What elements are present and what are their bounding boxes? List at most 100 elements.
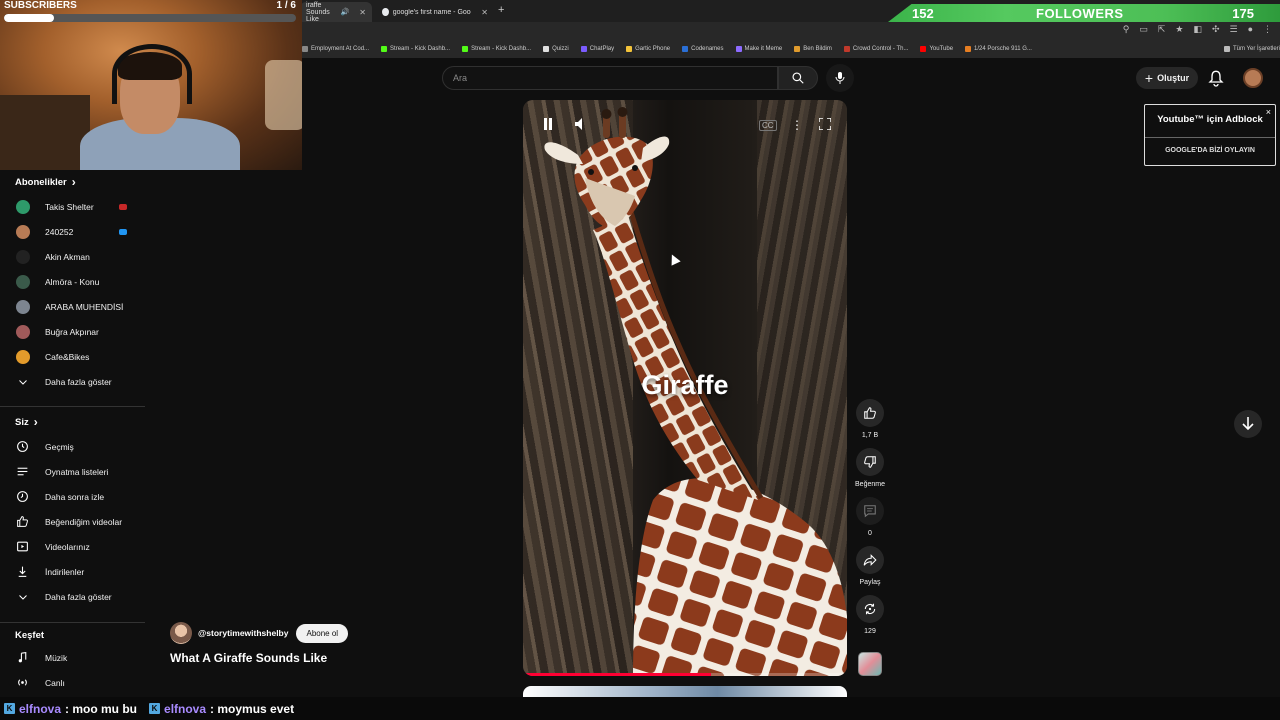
remix-button[interactable]: 129	[855, 595, 885, 635]
pause-icon[interactable]	[543, 118, 553, 130]
bookmark-item[interactable]: Employment At Cod...	[302, 46, 369, 52]
bookmark-item[interactable]: Ben Bildim	[794, 46, 832, 52]
sidebar-item-show-more[interactable]: Daha fazla göster	[0, 584, 145, 609]
channel-avatar[interactable]	[170, 622, 192, 644]
sidebar-item-like[interactable]: Beğendiğim videolar	[0, 509, 145, 534]
sidebar-section-subscriptions[interactable]: Abonelikler ›	[15, 175, 76, 189]
bookmark-star-icon[interactable]: ★	[1175, 24, 1183, 35]
new-tab-icon[interactable]: +	[498, 4, 504, 16]
browser-tab-youtube[interactable]: iraffe Sounds Like 🔊 ✕	[300, 2, 372, 23]
subscribers-goal-label: SUBSCRIBERS	[4, 0, 77, 11]
sidebar-item-subscription[interactable]: Takis Shelter	[0, 194, 145, 219]
sidebar-section-you-label: Siz	[15, 416, 29, 428]
profile-icon[interactable]: ●	[1248, 24, 1253, 35]
notifications-bell-icon[interactable]	[1208, 69, 1224, 87]
browser-tab-google[interactable]: google's first name - Google S ✕	[376, 2, 494, 22]
like-button[interactable]: 1,7 B	[855, 399, 885, 439]
sidebar-item-subscription[interactable]: Buğra Akpınar	[0, 319, 145, 344]
shorts-video-player[interactable]: Giraffe CC ⋮	[523, 100, 847, 676]
dislike-button[interactable]: Beğenme	[855, 448, 885, 488]
sidebar-item-label: ARABA MUHENDİSİ	[45, 301, 124, 312]
fullscreen-icon[interactable]	[819, 118, 831, 130]
bookmark-item[interactable]: Stream - Kick Dashb...	[462, 46, 531, 52]
chevron-down-icon	[15, 374, 30, 389]
bookmark-item[interactable]: Tüm Yer İşaretleri	[1223, 46, 1280, 52]
channel-thumbnail[interactable]	[858, 652, 882, 676]
bookmark-item[interactable]: Codenames	[682, 46, 724, 52]
sidebar-item-history[interactable]: Geçmiş	[0, 434, 145, 459]
followers-current: 152	[912, 5, 934, 21]
sidebar-item-label: Müzik	[45, 652, 68, 663]
reading-list-icon[interactable]: ☰	[1229, 24, 1237, 35]
search-input[interactable]: Ara	[442, 66, 778, 90]
bookmark-item[interactable]: 1/24 Porsche 911 G...	[965, 46, 1032, 52]
tab-close-icon[interactable]: ✕	[481, 8, 488, 17]
sidebar-item-music[interactable]: Müzik	[0, 645, 145, 670]
sidebar-item-label: Cafe&Bikes	[45, 351, 90, 362]
create-button[interactable]: + Oluştur	[1136, 67, 1198, 89]
webcam-couch	[0, 95, 90, 170]
account-avatar[interactable]	[1243, 68, 1263, 88]
comments-button[interactable]: 0	[855, 497, 885, 537]
bookmark-item[interactable]: Stream - Kick Dashb...	[381, 46, 450, 52]
browser-menu-icon[interactable]: ⋮	[1263, 24, 1272, 35]
divider	[1145, 137, 1275, 138]
extension-icon[interactable]: ◧	[1193, 24, 1202, 35]
sidebar-item-subscription[interactable]: 240252	[0, 219, 145, 244]
bookmark-label: Stream - Kick Dashb...	[390, 46, 451, 52]
sidebar-item-show-more[interactable]: Daha fazla göster	[0, 369, 145, 394]
video-title[interactable]: What A Giraffe Sounds Like	[170, 651, 327, 665]
download-icon	[15, 564, 30, 579]
captions-icon[interactable]: CC	[759, 120, 777, 131]
dislike-icon	[864, 456, 876, 468]
sidebar-section-subscriptions-label: Abonelikler	[15, 176, 67, 188]
channel-avatar	[15, 199, 30, 214]
video-progress-bar[interactable]	[523, 673, 847, 676]
adblock-vote-link[interactable]: GOOGLE'DA BİZİ OYLAYIN	[1145, 147, 1275, 154]
sidebar-item-subscription[interactable]: ARABA MUHENDİSİ	[0, 294, 145, 319]
bookmark-label: Employment At Cod...	[311, 46, 370, 52]
bookmark-label: Make it Meme	[744, 46, 783, 52]
live-indicator	[119, 228, 127, 235]
sidebar-item-watch-later[interactable]: Daha sonra izle	[0, 484, 145, 509]
subscribe-button[interactable]: Abone ol	[296, 623, 349, 643]
voice-search-button[interactable]	[826, 64, 854, 92]
sidebar-item-playlist[interactable]: Oynatma listeleri	[0, 459, 145, 484]
sidebar-section-you[interactable]: Siz ›	[15, 415, 38, 429]
subscribers-goal-count: 1 / 6	[276, 0, 296, 11]
sidebar-item-live[interactable]: Canlı	[0, 670, 145, 695]
sidebar-item-label: Takis Shelter	[45, 201, 94, 212]
share-page-icon[interactable]: ⇱	[1158, 24, 1166, 35]
zoom-icon[interactable]: ⚲	[1123, 24, 1130, 35]
bookmark-label: Tüm Yer İşaretleri	[1232, 46, 1280, 52]
tab-mute-icon[interactable]: 🔊	[341, 8, 350, 16]
channel-name[interactable]: @storytimewithshelby	[198, 628, 288, 638]
comment-count: 0	[868, 530, 872, 537]
bookmark-item[interactable]: ChatPlay	[580, 46, 614, 52]
bookmark-item[interactable]: YouTube	[920, 46, 953, 52]
sidebar-item-your-videos[interactable]: Videolarınız	[0, 534, 145, 559]
search-button[interactable]	[778, 66, 818, 90]
chat-text: : moo mu bu	[65, 701, 138, 716]
followers-goal: 175	[1232, 5, 1254, 21]
sidebar-item-subscription[interactable]: Akin Akman	[0, 244, 145, 269]
tab-close-icon[interactable]: ✕	[359, 8, 366, 17]
bookmark-item[interactable]: Quizzi	[543, 46, 569, 52]
sidebar-item-subscription[interactable]: Almöra - Konu	[0, 269, 145, 294]
share-button[interactable]: Paylaş	[855, 546, 885, 586]
bookmark-item[interactable]: Make it Meme	[735, 46, 783, 52]
bookmark-item[interactable]: Crowd Control - Th...	[843, 46, 908, 52]
chevron-right-icon: ›	[71, 175, 76, 189]
share-icon	[863, 554, 877, 566]
next-short-button[interactable]	[1234, 410, 1262, 438]
cast-icon[interactable]: ▭	[1139, 24, 1148, 35]
sidebar-item-subscription[interactable]: Cafe&Bikes	[0, 344, 145, 369]
extensions-puzzle-icon[interactable]: ✣	[1212, 24, 1220, 35]
sidebar-section-explore-label: Keşfet	[15, 630, 45, 641]
more-options-icon[interactable]: ⋮	[791, 118, 803, 132]
sidebar-item-download[interactable]: İndirilenler	[0, 559, 145, 584]
bookmark-item[interactable]: Gartic Phone	[626, 46, 670, 52]
bookmark-favicon-icon	[302, 46, 308, 52]
video-overlay-title: Giraffe	[641, 370, 729, 400]
volume-icon[interactable]	[575, 118, 587, 130]
